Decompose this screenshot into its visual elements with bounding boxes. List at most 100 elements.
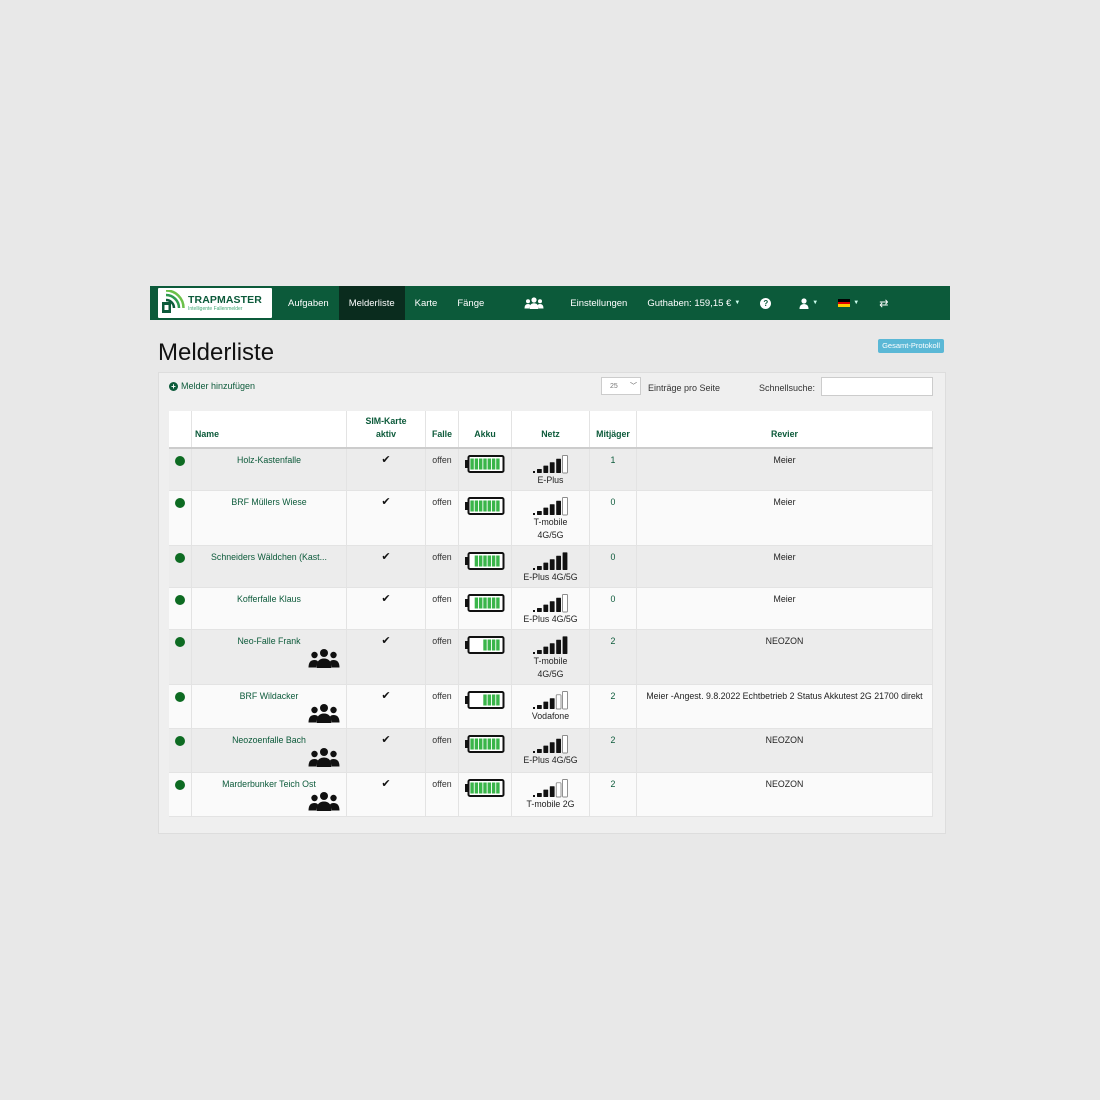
mitjaeger-count: 1 bbox=[610, 455, 616, 465]
mitjaeger-count: 0 bbox=[610, 594, 616, 604]
name-cell[interactable]: Neo-Falle Frank bbox=[191, 629, 347, 685]
falle-cell: offen bbox=[425, 448, 459, 491]
battery-segment bbox=[496, 597, 500, 609]
battery-segment bbox=[487, 639, 491, 651]
revier-name: NEOZON bbox=[765, 735, 804, 745]
name-cell[interactable]: Kofferfalle Klaus bbox=[191, 587, 347, 630]
mitjaeger-count: 2 bbox=[610, 691, 616, 701]
table-row[interactable]: Neozoenfalle Bach ✔ offen E-Plus 4G/5G 2 NEOZ… bbox=[169, 728, 933, 773]
falle-status: offen bbox=[432, 779, 452, 789]
table-row[interactable]: Holz-Kastenfalle ✔ offen E-Plus 1 Meier bbox=[169, 448, 933, 491]
akku-cell bbox=[458, 629, 512, 685]
chevron-down-icon: ﹀ bbox=[630, 383, 637, 390]
language-menu[interactable]: ▼ bbox=[828, 286, 869, 320]
netz-cell: T-mobile 4G/5G bbox=[511, 629, 590, 685]
melder-name-link[interactable]: Schneiders Wäldchen (Kast... bbox=[211, 552, 327, 562]
group-icon bbox=[308, 704, 340, 723]
nav-item-karte[interactable]: Karte bbox=[405, 286, 448, 320]
switch-button[interactable]: ⇄ bbox=[869, 286, 898, 320]
signal-bar bbox=[542, 465, 548, 473]
battery-segment bbox=[470, 500, 474, 512]
battery-segment bbox=[487, 597, 491, 609]
battery-segment bbox=[479, 500, 483, 512]
table-row[interactable]: Marderbunker Teich Ost ✔ offen T-mobile 2G 2… bbox=[169, 772, 933, 817]
melder-name-link[interactable]: Neozoenfalle Bach bbox=[232, 735, 306, 745]
brand-name: TRAPMASTER bbox=[188, 293, 262, 306]
melder-table: Name SIM-Karte aktiv Falle Akku Netz Mit… bbox=[169, 411, 933, 817]
search-input[interactable] bbox=[821, 377, 933, 396]
signal-bar bbox=[536, 749, 542, 753]
caret-down-icon: ▼ bbox=[812, 300, 819, 306]
nav-item-melderliste[interactable]: Melderliste bbox=[338, 286, 405, 320]
signal-bar bbox=[542, 562, 548, 570]
table-row[interactable]: Schneiders Wäldchen (Kast... ✔ offen E-Plus… bbox=[169, 545, 933, 588]
switch-icon: ⇄ bbox=[879, 297, 889, 310]
nav-item-einstellungen[interactable]: Einstellungen bbox=[560, 286, 637, 320]
name-cell[interactable]: BRF Müllers Wiese bbox=[191, 490, 347, 546]
name-cell[interactable]: Marderbunker Teich Ost bbox=[191, 772, 347, 817]
checkmark-icon: ✔ bbox=[381, 496, 391, 508]
revier-header[interactable]: Revier bbox=[636, 411, 933, 449]
name-cell[interactable]: Schneiders Wäldchen (Kast... bbox=[191, 545, 347, 588]
mitjaeger-cell: 2 bbox=[589, 772, 637, 817]
balance-dropdown[interactable]: Guthaben: 159,15 € ▼ bbox=[637, 286, 750, 320]
name-cell[interactable]: Neozoenfalle Bach bbox=[191, 728, 347, 773]
melder-name-link[interactable]: Holz-Kastenfalle bbox=[237, 455, 301, 465]
falle-header[interactable]: Falle bbox=[425, 411, 459, 449]
name-header[interactable]: Name bbox=[191, 411, 347, 449]
signal-bar bbox=[549, 742, 555, 753]
name-cell[interactable]: BRF Wildacker bbox=[191, 684, 347, 729]
checkmark-icon: ✔ bbox=[381, 593, 391, 605]
nav-group-button[interactable] bbox=[494, 286, 560, 320]
user-icon bbox=[799, 297, 809, 309]
melder-name-link[interactable]: BRF Wildacker bbox=[240, 691, 299, 701]
melder-name-link[interactable]: BRF Müllers Wiese bbox=[231, 497, 306, 507]
falle-status: offen bbox=[432, 594, 452, 604]
table-row[interactable]: Kofferfalle Klaus ✔ offen E-Plus 4G/5G 0 Meie… bbox=[169, 587, 933, 630]
group-icon bbox=[308, 792, 340, 811]
battery-segment bbox=[483, 782, 487, 794]
netz-header[interactable]: Netz bbox=[511, 411, 590, 449]
revier-cell: NEOZON bbox=[636, 629, 933, 685]
table-row[interactable]: BRF Wildacker ✔ offen Vodafone 2 Meier -Anges… bbox=[169, 684, 933, 729]
signal-strength-icon bbox=[532, 636, 567, 654]
battery-segment bbox=[496, 782, 500, 794]
battery-segment bbox=[483, 555, 487, 567]
melder-name-link[interactable]: Marderbunker Teich Ost bbox=[222, 779, 316, 789]
sim-cell: ✔ bbox=[346, 728, 426, 773]
melder-name-link[interactable]: Neo-Falle Frank bbox=[237, 636, 300, 646]
user-menu[interactable]: ▼ bbox=[781, 286, 828, 320]
battery-segment bbox=[496, 555, 500, 567]
melder-name-link[interactable]: Kofferfalle Klaus bbox=[237, 594, 301, 604]
battery-segment bbox=[483, 458, 487, 470]
battery-segment bbox=[483, 500, 487, 512]
page-title: Melderliste bbox=[158, 339, 275, 366]
nav-item-aufgaben[interactable]: Aufgaben bbox=[278, 286, 339, 320]
sim-cell: ✔ bbox=[346, 587, 426, 630]
battery-icon bbox=[465, 691, 505, 709]
signal-bar bbox=[549, 601, 555, 612]
table-row[interactable]: Neo-Falle Frank ✔ offen T-mobile 4G/5G 2 NEOZO… bbox=[169, 629, 933, 685]
mitjaeger-header[interactable]: Mitjäger bbox=[589, 411, 637, 449]
brand-logo[interactable]: TRAPMASTER Intelligente Fallenmelder bbox=[158, 288, 272, 318]
signal-bar bbox=[549, 786, 555, 797]
mitjaeger-count: 2 bbox=[610, 636, 616, 646]
revier-cell: NEOZON bbox=[636, 728, 933, 773]
table-row[interactable]: BRF Müllers Wiese ✔ offen T-mobile 4G/5G 0 Mei… bbox=[169, 490, 933, 546]
name-cell[interactable]: Holz-Kastenfalle bbox=[191, 448, 347, 491]
battery-segment bbox=[487, 738, 491, 750]
help-button[interactable]: ? bbox=[750, 286, 781, 320]
sim-header[interactable]: SIM-Karte aktiv bbox=[346, 411, 426, 449]
signal-bar bbox=[536, 705, 542, 709]
nav-item-faenge[interactable]: Fänge bbox=[447, 286, 494, 320]
akku-cell bbox=[458, 684, 512, 729]
group-icon bbox=[308, 649, 340, 668]
battery-segment bbox=[479, 555, 483, 567]
signal-bar bbox=[549, 643, 555, 654]
add-melder-link[interactable]: + Melder hinzufügen bbox=[169, 381, 255, 391]
revier-name: NEOZON bbox=[765, 636, 804, 646]
per-page-select[interactable]: 25 ﹀ bbox=[601, 377, 641, 395]
gesamt-protokoll-button[interactable]: Gesamt-Protokoll bbox=[878, 339, 944, 353]
akku-header[interactable]: Akku bbox=[458, 411, 512, 449]
netz-cell: Vodafone bbox=[511, 684, 590, 729]
